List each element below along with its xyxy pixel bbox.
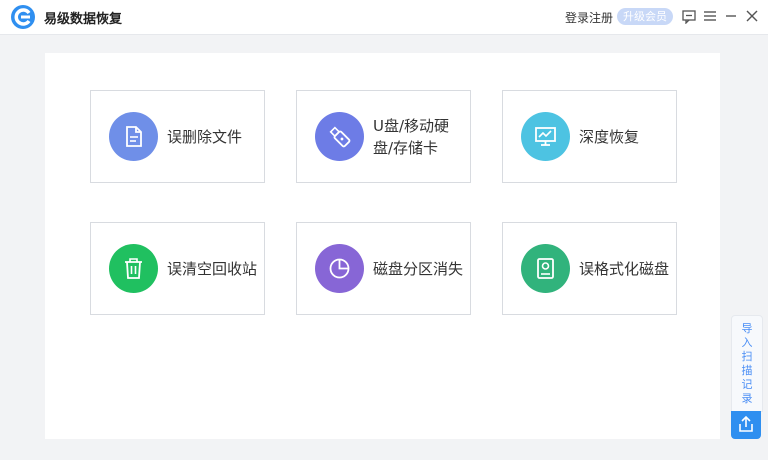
document-icon [126,126,142,147]
card-label: 误格式化磁盘 [579,259,670,278]
login-register-link[interactable]: 登录注册 [565,9,613,26]
trash-icon [125,258,142,279]
card-label: 误清空回收站 [167,259,258,278]
card-icon-circle [521,244,570,293]
app-title: 易级数据恢复 [44,12,123,27]
monitor-chart-icon [535,127,556,146]
card-deep-recovery[interactable]: 深度恢复 [502,90,677,183]
close-icon[interactable] [744,8,760,24]
import-scan-record-label: 导入扫描记录 [741,322,753,405]
card-label: U盘/移动硬盘/存储卡 [373,116,450,157]
usb-drive-icon [329,126,351,148]
feedback-icon[interactable] [681,8,697,24]
pie-chart-icon [329,258,350,279]
card-partition-lost[interactable]: 磁盘分区消失 [296,222,471,315]
menu-icon[interactable] [702,8,718,24]
hard-disk-icon [537,258,554,279]
card-recycle-bin[interactable]: 误清空回收站 [90,222,265,315]
card-formatted-disk[interactable]: 误格式化磁盘 [502,222,677,315]
main-panel: 误删除文件 U盘/移动硬盘/存储卡 深度恢复 误清空回收站 磁盘分区消失 误格式… [45,53,720,439]
card-usb-drive[interactable]: U盘/移动硬盘/存储卡 [296,90,471,183]
upgrade-vip-button[interactable]: 升级会员 [617,8,673,25]
card-label: 误删除文件 [167,127,243,146]
card-label: 磁盘分区消失 [373,259,464,278]
upload-button[interactable] [731,411,761,439]
app-logo-icon [11,5,35,29]
card-icon-circle [109,244,158,293]
card-icon-circle [315,244,364,293]
card-deleted-files[interactable]: 误删除文件 [90,90,265,183]
minimize-icon[interactable] [723,8,739,24]
title-bar: 易级数据恢复 登录注册 升级会员 [0,0,768,35]
import-scan-record-button[interactable]: 导入扫描记录 [731,315,763,412]
card-label: 深度恢复 [579,127,640,146]
upload-icon [739,415,753,432]
card-icon-circle [521,112,570,161]
card-icon-circle [109,112,158,161]
card-icon-circle [315,112,364,161]
